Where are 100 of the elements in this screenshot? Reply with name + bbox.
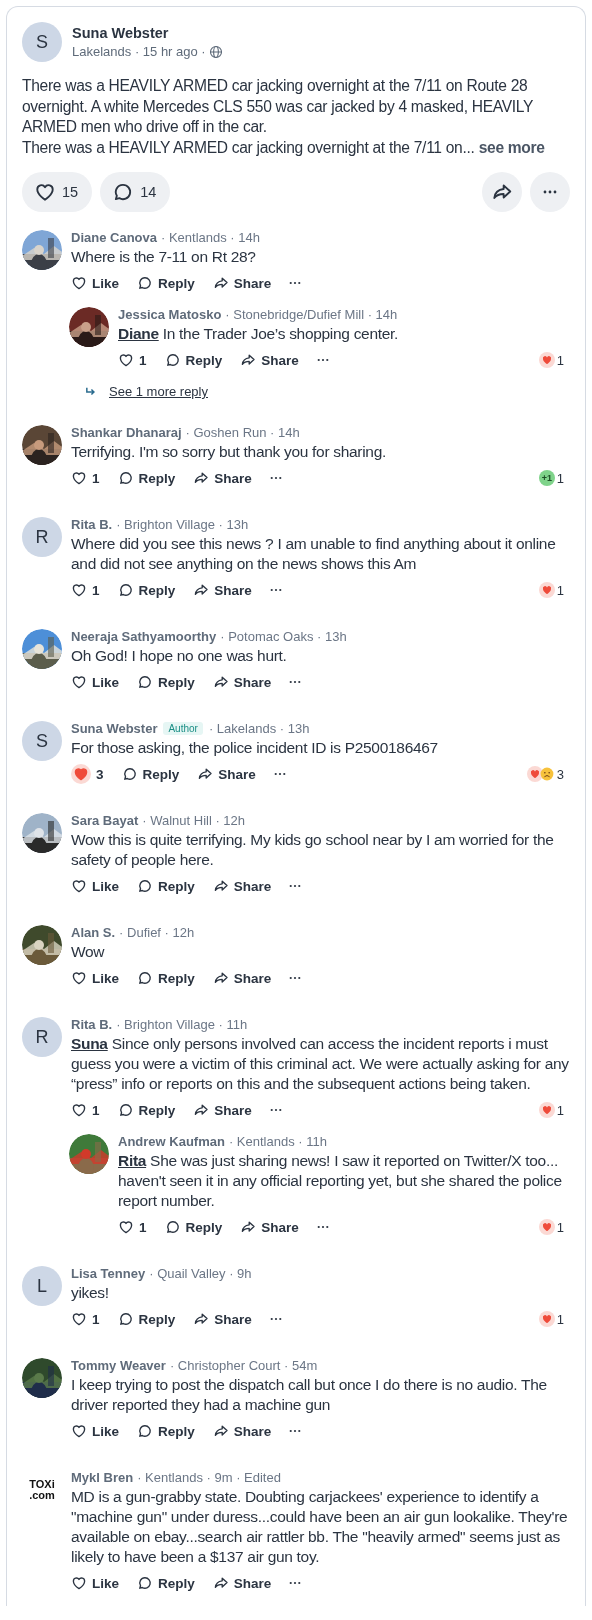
commenter-name[interactable]: Diane Canova — [71, 230, 157, 245]
share-button[interactable]: Share — [212, 1575, 272, 1591]
commenter-name[interactable]: Lisa Tenney — [71, 1266, 146, 1281]
like-button[interactable]: Like — [71, 1575, 119, 1591]
commenter-name[interactable]: Sara Bayat — [71, 813, 139, 828]
share-button[interactable]: Share — [193, 1102, 252, 1118]
like-button[interactable]: 1 — [118, 1219, 147, 1235]
share-button[interactable]: Share — [193, 470, 252, 486]
like-button[interactable]: 1 — [71, 1102, 100, 1118]
like-button[interactable]: Like — [71, 275, 119, 291]
comment-meta: · Potomac Oaks · 13h — [220, 629, 347, 644]
commenter-name[interactable]: Rita B. — [71, 517, 113, 532]
reply-button[interactable]: Reply — [137, 1575, 195, 1591]
reply-button[interactable]: Reply — [117, 1102, 176, 1118]
comment-text: For those asking, the police incident ID is P2500186467 — [71, 738, 439, 758]
like-button[interactable]: Like — [71, 970, 119, 986]
heart-reaction-icon — [538, 1102, 555, 1118]
like-button[interactable]: 1 — [71, 1311, 100, 1327]
comment-icon — [117, 582, 134, 598]
globe-icon — [208, 44, 223, 59]
like-button[interactable]: 1 — [71, 470, 100, 486]
reaction-count: 1 — [556, 1102, 564, 1118]
more-icon[interactable] — [289, 884, 302, 888]
share-icon — [193, 1311, 210, 1327]
commenter-name[interactable]: Alan S. — [71, 925, 116, 940]
more-icon[interactable] — [316, 358, 329, 362]
share-button[interactable]: Share — [212, 275, 272, 291]
reply-button[interactable]: Reply — [137, 275, 195, 291]
reply-button[interactable]: Reply — [137, 878, 195, 894]
more-icon[interactable] — [269, 1108, 282, 1112]
author-name[interactable]: Suna Webster — [72, 25, 223, 41]
like-button[interactable]: Like — [71, 674, 119, 690]
plus-one-reaction: +1 — [538, 470, 555, 486]
heart-icon — [71, 582, 87, 598]
mention-link[interactable]: Diane — [118, 325, 159, 342]
more-icon[interactable] — [269, 588, 282, 592]
like-button[interactable]: 1 — [118, 352, 147, 368]
share-button[interactable]: Share — [212, 674, 272, 690]
comment-button[interactable]: 14 — [100, 172, 171, 212]
more-icon[interactable] — [289, 680, 302, 684]
commenter-name[interactable]: Suna Webster — [71, 721, 158, 736]
reply-arrow-icon — [85, 386, 97, 397]
comment-text: Diane In the Trader Joe’s shopping center. — [118, 324, 400, 344]
reply-button[interactable]: Reply — [117, 470, 176, 486]
reaction-count: 3 — [556, 766, 564, 782]
reply-button[interactable]: Reply — [117, 582, 176, 598]
like-button[interactable]: Like — [71, 1423, 119, 1439]
mention-link[interactable]: Suna — [71, 1035, 108, 1052]
share-button[interactable]: Share — [212, 970, 272, 986]
share-button[interactable]: Share — [197, 766, 256, 782]
more-icon[interactable] — [289, 976, 302, 980]
more-icon[interactable] — [316, 1225, 329, 1229]
avatar[interactable]: L — [22, 1266, 62, 1306]
heart-icon — [71, 970, 87, 986]
commenter-name[interactable]: Shankar Dhanaraj — [71, 425, 182, 440]
commenter-name[interactable]: Neeraja Sathyamoorthy — [71, 629, 217, 644]
share-button[interactable]: Share — [212, 878, 272, 894]
commenter-name[interactable]: Rita B. — [71, 1017, 113, 1032]
share-icon — [240, 352, 257, 368]
avatar[interactable]: R — [22, 1017, 62, 1057]
avatar[interactable]: S — [22, 22, 62, 62]
reply-button[interactable]: Reply — [137, 674, 195, 690]
post-text: There was a HEAVILY ARMED car jacking overnight at the 7/11 on... see more — [22, 137, 546, 158]
reply-button[interactable]: Reply — [164, 1219, 223, 1235]
share-button[interactable]: Share — [193, 582, 252, 598]
more-icon[interactable] — [269, 476, 282, 480]
commenter-name[interactable]: Jessica Matosko — [118, 307, 222, 322]
reply-button[interactable]: Reply — [121, 766, 180, 782]
like-button[interactable]: 1 — [71, 582, 100, 598]
see-more-link[interactable]: see more — [478, 138, 545, 156]
heart-reaction-icon — [538, 352, 555, 368]
more-icon[interactable] — [289, 1581, 302, 1585]
reaction-count: 1 — [556, 470, 564, 486]
reply-button[interactable]: Reply — [137, 1423, 195, 1439]
reply-button[interactable]: Reply — [164, 352, 223, 368]
share-icon — [212, 1423, 229, 1439]
like-button[interactable]: 15 — [22, 172, 93, 212]
more-icon[interactable] — [273, 772, 286, 776]
share-button[interactable]: Share — [240, 1219, 299, 1235]
commenter-name[interactable]: Andrew Kaufman — [118, 1134, 225, 1149]
see-more-replies-link[interactable]: See 1 more reply — [109, 384, 208, 399]
heart-icon — [118, 1219, 134, 1235]
avatar[interactable]: R — [22, 517, 62, 557]
avatar[interactable]: S — [22, 721, 62, 761]
mention-link[interactable]: Rita — [118, 1152, 147, 1169]
like-button[interactable]: Like — [71, 878, 119, 894]
comment-text: Where did you see this news ? I am unable to find anything about it online and did not see anything on the news shows this Am — [71, 534, 557, 574]
more-icon[interactable] — [289, 281, 302, 285]
reply-button[interactable]: Reply — [137, 970, 195, 986]
commenter-name[interactable]: Tommy Weaver — [71, 1358, 166, 1373]
more-icon[interactable] — [289, 1429, 302, 1433]
share-button[interactable]: Share — [193, 1311, 252, 1327]
comment-icon — [121, 766, 138, 782]
share-button[interactable]: Share — [240, 352, 299, 368]
share-button[interactable]: Share — [212, 1423, 272, 1439]
more-icon[interactable] — [269, 1317, 282, 1321]
reply-button[interactable]: Reply — [117, 1311, 176, 1327]
share-button[interactable] — [482, 172, 522, 212]
share-icon — [193, 470, 210, 486]
commenter-name[interactable]: Mykl Bren — [71, 1470, 134, 1485]
